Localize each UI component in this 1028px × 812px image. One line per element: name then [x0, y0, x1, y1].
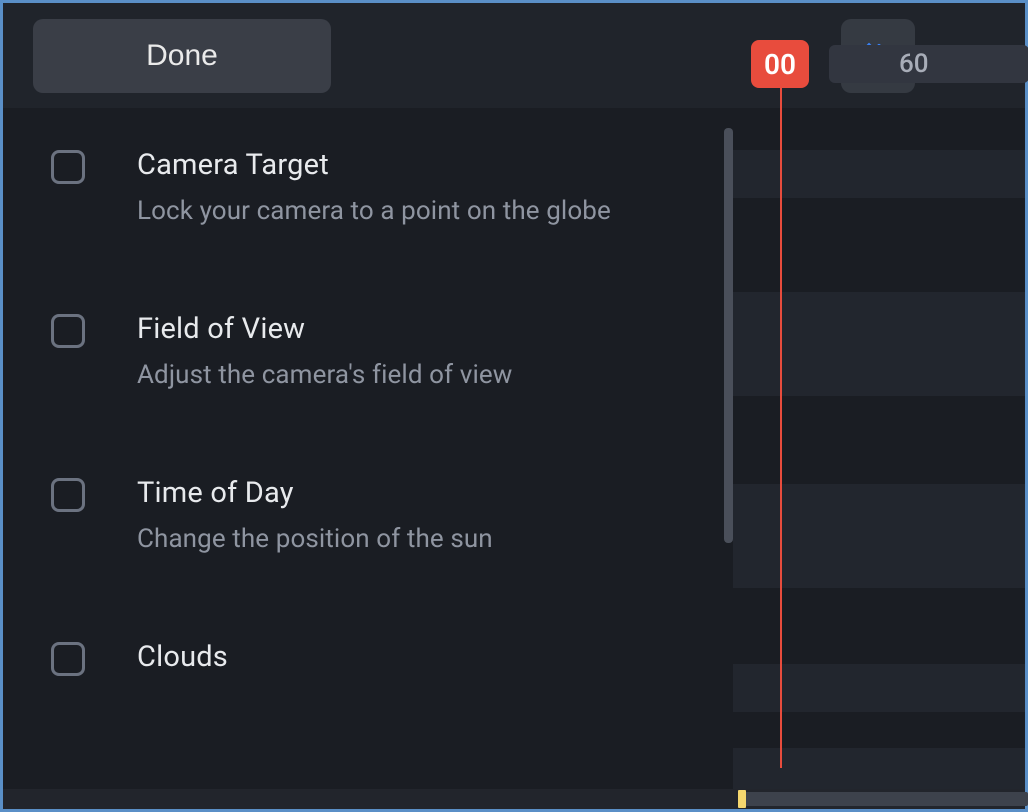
option-desc: Change the position of the sun: [137, 524, 493, 554]
option-desc: Lock your camera to a point on the globe: [137, 196, 611, 226]
option-text: Time of Day Change the position of the s…: [137, 476, 493, 554]
playhead-time-badge[interactable]: 00: [751, 40, 809, 88]
option-desc: Adjust the camera's field of view: [137, 360, 512, 390]
options-panel: Camera Target Lock your camera to a poin…: [3, 108, 733, 809]
checkbox-time-of-day[interactable]: [51, 478, 85, 512]
timeline-track[interactable]: [733, 484, 1025, 588]
option-text: Camera Target Lock your camera to a poin…: [137, 148, 611, 226]
done-label: Done: [146, 39, 218, 73]
app-frame: Done 00 60: [3, 3, 1025, 809]
playhead-time-value: 00: [764, 48, 796, 81]
checkbox-clouds[interactable]: [51, 642, 85, 676]
toolbar: Done 00 60: [3, 3, 1025, 108]
timeline-scroll-track[interactable]: [738, 792, 1028, 806]
options-scrollbar[interactable]: [724, 128, 733, 543]
option-camera-target[interactable]: Camera Target Lock your camera to a poin…: [51, 148, 703, 226]
checkbox-camera-target[interactable]: [51, 150, 85, 184]
option-title: Time of Day: [137, 476, 493, 510]
option-title: Camera Target: [137, 148, 611, 182]
checkbox-field-of-view[interactable]: [51, 314, 85, 348]
option-time-of-day[interactable]: Time of Day Change the position of the s…: [51, 476, 703, 554]
option-text: Field of View Adjust the camera's field …: [137, 312, 512, 390]
content-row: Camera Target Lock your camera to a poin…: [3, 108, 1025, 809]
option-field-of-view[interactable]: Field of View Adjust the camera's field …: [51, 312, 703, 390]
option-title: Field of View: [137, 312, 512, 346]
option-title: Clouds: [137, 640, 228, 674]
timeline-panel[interactable]: [733, 108, 1025, 809]
timeline-scroll-handle[interactable]: [738, 790, 746, 808]
time-ruler[interactable]: 60: [829, 45, 1028, 83]
timeline-track[interactable]: [733, 664, 1025, 712]
bottom-bar: [3, 789, 1025, 809]
option-clouds[interactable]: Clouds: [51, 640, 703, 688]
done-button[interactable]: Done: [33, 19, 331, 93]
options-list: Camera Target Lock your camera to a poin…: [3, 108, 733, 688]
timeline-track[interactable]: [733, 150, 1025, 198]
time-ruler-tick: 60: [899, 49, 929, 79]
playhead-line[interactable]: [780, 88, 782, 768]
timeline-header: 00 60: [751, 40, 1028, 88]
timeline-track[interactable]: [733, 292, 1025, 396]
option-text: Clouds: [137, 640, 228, 688]
